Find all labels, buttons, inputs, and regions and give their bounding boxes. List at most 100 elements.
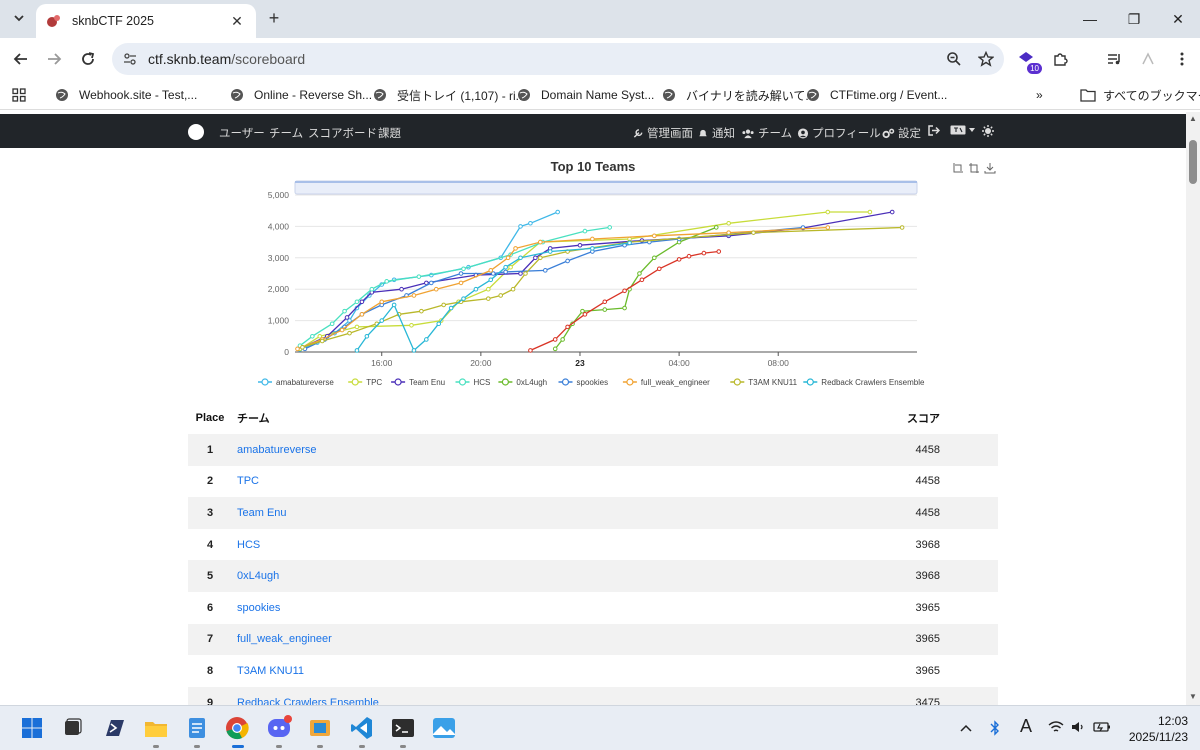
globe-icon bbox=[231, 89, 243, 101]
media-queue-icon[interactable] bbox=[1100, 46, 1128, 72]
volume-icon[interactable] bbox=[1071, 720, 1085, 737]
score-cell: 4458 bbox=[858, 497, 998, 529]
new-tab-button[interactable]: + bbox=[264, 8, 284, 28]
nav-settings[interactable]: 設定 bbox=[881, 125, 921, 141]
task-view-icon[interactable] bbox=[58, 714, 86, 742]
file-explorer-icon[interactable] bbox=[142, 714, 170, 742]
bookmark-item[interactable]: Online - Reverse Sh... bbox=[230, 86, 372, 104]
all-bookmarks-folder[interactable]: すべてのブックマーク bbox=[1080, 86, 1200, 104]
nav-admin[interactable]: 管理画面 bbox=[632, 125, 693, 141]
vscode-icon[interactable] bbox=[348, 714, 376, 742]
nav-notifications[interactable]: 通知 bbox=[697, 125, 735, 141]
language-dropdown[interactable] bbox=[950, 125, 976, 135]
bookmark-item[interactable]: 受信トレイ (1,107) - ri... bbox=[373, 86, 526, 104]
data-point bbox=[686, 253, 692, 259]
data-point bbox=[547, 249, 553, 254]
bookmark-item[interactable]: バイナリを読み解いて... bbox=[662, 86, 815, 104]
powershell-icon[interactable] bbox=[100, 714, 128, 742]
logout-icon[interactable] bbox=[928, 125, 940, 136]
reload-button[interactable] bbox=[77, 48, 99, 70]
remote-desktop-icon[interactable] bbox=[306, 714, 334, 742]
team-link[interactable]: amabatureverse bbox=[237, 444, 317, 456]
ctf-logo-icon[interactable] bbox=[188, 124, 204, 140]
team-link[interactable]: spookies bbox=[237, 602, 280, 614]
data-point bbox=[716, 249, 722, 254]
scroll-thumb[interactable] bbox=[1189, 140, 1197, 184]
profile-avatar-icon[interactable] bbox=[1134, 46, 1162, 72]
team-link[interactable]: HCS bbox=[237, 539, 260, 551]
scroll-down-icon[interactable]: ▼ bbox=[1189, 692, 1197, 702]
notepad-icon[interactable] bbox=[183, 714, 211, 742]
site-info-icon[interactable] bbox=[116, 45, 144, 73]
more-menu-icon[interactable] bbox=[1168, 46, 1196, 72]
nav-users[interactable]: ユーザー bbox=[219, 125, 265, 141]
arrow-right-icon bbox=[48, 53, 62, 65]
data-point bbox=[637, 271, 642, 276]
browser-tab[interactable]: sknbCTF 2025 ✕ bbox=[36, 4, 256, 38]
restore-icon[interactable]: ❐ bbox=[1112, 0, 1156, 38]
data-point bbox=[409, 323, 414, 328]
bookmark-item[interactable]: Domain Name Syst... bbox=[517, 86, 654, 104]
tab-close-icon[interactable]: ✕ bbox=[228, 12, 246, 30]
team-link[interactable]: Team Enu bbox=[237, 507, 287, 519]
page-scrollbar[interactable]: ▲ ▼ bbox=[1186, 112, 1200, 705]
team-link[interactable]: Redback Crawlers Ensemble bbox=[237, 697, 379, 705]
team-link[interactable]: 0xL4ugh bbox=[237, 570, 279, 582]
data-point bbox=[602, 299, 608, 305]
data-point bbox=[565, 258, 570, 264]
nav-profile[interactable]: プロフィール bbox=[797, 125, 881, 141]
bluetooth-icon[interactable] bbox=[990, 720, 1000, 739]
photos-icon[interactable] bbox=[430, 714, 458, 742]
page-viewport: ユーザー チーム スコアボード 課題 管理画面 通知 チーム プロフィール 設定 bbox=[0, 112, 1186, 705]
extension-icon[interactable]: 10 bbox=[1012, 46, 1042, 74]
wifi-icon[interactable] bbox=[1048, 720, 1064, 737]
data-point bbox=[565, 324, 570, 330]
system-clock[interactable]: 12:03 2025/11/23 bbox=[1129, 713, 1188, 745]
puzzle-icon[interactable] bbox=[1046, 46, 1074, 72]
bookmark-star-icon[interactable] bbox=[972, 45, 1000, 73]
bookmark-item[interactable]: Webhook.site - Test,... bbox=[55, 86, 197, 104]
data-point bbox=[379, 318, 385, 323]
battery-icon[interactable] bbox=[1093, 720, 1111, 737]
data-point bbox=[582, 312, 588, 317]
zoom-icon[interactable] bbox=[940, 45, 968, 73]
nav-challenges[interactable]: 課題 bbox=[378, 125, 401, 141]
minimize-icon[interactable]: — bbox=[1068, 0, 1112, 38]
discord-icon[interactable] bbox=[265, 714, 293, 742]
score-cell: 4458 bbox=[915, 475, 940, 488]
tray-overflow-icon[interactable] bbox=[960, 720, 972, 736]
nav-scoreboard[interactable]: スコアボード bbox=[308, 125, 377, 141]
back-button[interactable] bbox=[10, 48, 32, 70]
ctf-navbar: ユーザー チーム スコアボード 課題 管理画面 通知 チーム プロフィール 設定 bbox=[0, 114, 1186, 148]
zoom-select-icon[interactable] bbox=[952, 162, 964, 174]
legend-marker bbox=[561, 378, 570, 386]
apps-grid-icon[interactable] bbox=[12, 86, 26, 104]
y-tick-label: 2,000 bbox=[268, 284, 290, 294]
ime-indicator[interactable]: A bbox=[1020, 716, 1032, 737]
address-bar[interactable]: ctf.sknb.team/scoreboard bbox=[112, 43, 1004, 75]
terminal-icon[interactable] bbox=[389, 714, 417, 742]
nav-teams[interactable]: チーム bbox=[269, 125, 303, 141]
nav-team[interactable]: チーム bbox=[741, 125, 792, 141]
forward-button[interactable] bbox=[43, 48, 65, 70]
chrome-icon[interactable] bbox=[223, 714, 251, 742]
bookmark-item[interactable]: CTFtime.org / Event... bbox=[806, 86, 947, 104]
scoreboard-line-chart[interactable]: 0 1,000 2,000 3,000 4,000 5,000 16:00 20:00 23 04… bbox=[240, 178, 940, 390]
legend-marker bbox=[261, 378, 269, 386]
theme-toggle-icon[interactable] bbox=[982, 125, 994, 137]
team-link[interactable]: full_weak_engineer bbox=[237, 633, 332, 645]
window-close-icon[interactable]: ✕ bbox=[1156, 0, 1200, 38]
legend-marker bbox=[394, 378, 402, 386]
team-link[interactable]: TPC bbox=[237, 475, 259, 487]
table-row: 8 T3AM KNU11 3965 bbox=[188, 655, 998, 687]
team-link[interactable]: T3AM KNU11 bbox=[237, 665, 304, 677]
tab-search-button[interactable] bbox=[8, 7, 30, 29]
legend-marker bbox=[626, 378, 634, 386]
zoom-reset-icon[interactable] bbox=[968, 162, 980, 174]
scroll-up-icon[interactable]: ▲ bbox=[1189, 114, 1197, 124]
data-point bbox=[441, 302, 446, 308]
legend-label: Redback Crawlers Ensemble bbox=[821, 378, 925, 387]
download-icon[interactable] bbox=[984, 162, 996, 174]
start-windows-icon[interactable] bbox=[18, 714, 46, 742]
bookmarks-overflow-icon[interactable]: » bbox=[1036, 86, 1043, 104]
